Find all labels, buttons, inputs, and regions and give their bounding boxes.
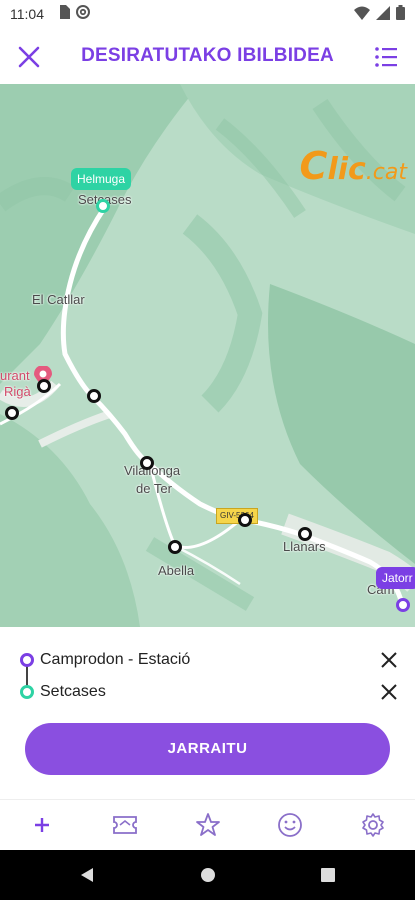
origin-marker-label: Jatorr [376, 567, 415, 589]
map-label-llanars: Llanars [283, 539, 326, 554]
continue-button[interactable]: JARRAITU [25, 723, 390, 775]
settings-gear-icon [362, 813, 384, 837]
map-label-el-catllar: El Catllar [32, 292, 85, 307]
stop-marker[interactable] [168, 540, 182, 554]
nav-add[interactable] [25, 810, 59, 840]
stop-marker[interactable] [87, 389, 101, 403]
status-bar: 11:04 [0, 0, 415, 28]
status-time: 11:04 [10, 6, 44, 22]
list-menu-icon[interactable] [371, 42, 401, 72]
remove-destination-icon[interactable] [377, 680, 401, 704]
wifi-icon [354, 6, 370, 20]
bottom-nav [0, 799, 415, 850]
sd-card-icon [60, 5, 70, 19]
route-map[interactable]: Clic.cat Setcases El Catllar Vilallonga … [0, 84, 415, 627]
destination-name[interactable]: Setcases [40, 683, 377, 701]
stop-marker[interactable] [5, 406, 19, 420]
origin-marker[interactable] [396, 598, 410, 612]
destination-row: Setcases [20, 679, 401, 705]
signal-icon [376, 5, 390, 20]
stop-marker[interactable] [140, 456, 154, 470]
destination-marker[interactable] [96, 199, 110, 213]
remove-origin-icon[interactable] [377, 648, 401, 672]
map-label-restaurant: urant [0, 368, 30, 383]
home-icon[interactable] [199, 866, 217, 884]
origin-name[interactable]: Camprodon - Estació [40, 651, 377, 669]
nav-profile[interactable] [273, 810, 307, 840]
nav-settings[interactable] [356, 810, 390, 840]
stop-marker[interactable] [37, 379, 51, 393]
battery-icon [396, 5, 405, 20]
map-label-riga: Rigà [4, 384, 31, 399]
star-icon [196, 813, 220, 836]
destination-marker-label: Helmuga [71, 168, 132, 190]
map-label-de-ter: de Ter [136, 481, 172, 496]
back-icon[interactable] [78, 866, 96, 884]
clic-cat-watermark: Clic.cat [299, 144, 407, 188]
smiley-icon [278, 813, 302, 837]
system-nav-bar [0, 850, 415, 900]
recents-icon[interactable] [320, 867, 336, 883]
page-title: DESIRATUTAKO IBILBIDEA [81, 45, 334, 66]
stop-marker[interactable] [298, 527, 312, 541]
nav-tickets[interactable] [108, 810, 142, 840]
route-panel: Camprodon - Estació Setcases JARRAITU [0, 627, 415, 799]
stop-marker[interactable] [238, 513, 252, 527]
destination-dot-icon [20, 685, 34, 699]
app-bar: DESIRATUTAKO IBILBIDEA [0, 28, 415, 84]
origin-dot-icon [20, 653, 34, 667]
map-label-abella: Abella [158, 563, 195, 578]
at-sign-icon [76, 5, 90, 19]
plus-icon [35, 818, 49, 832]
origin-row: Camprodon - Estació [20, 647, 401, 673]
ticket-icon [113, 816, 137, 834]
close-icon[interactable] [14, 42, 44, 72]
nav-favourites[interactable] [191, 810, 225, 840]
